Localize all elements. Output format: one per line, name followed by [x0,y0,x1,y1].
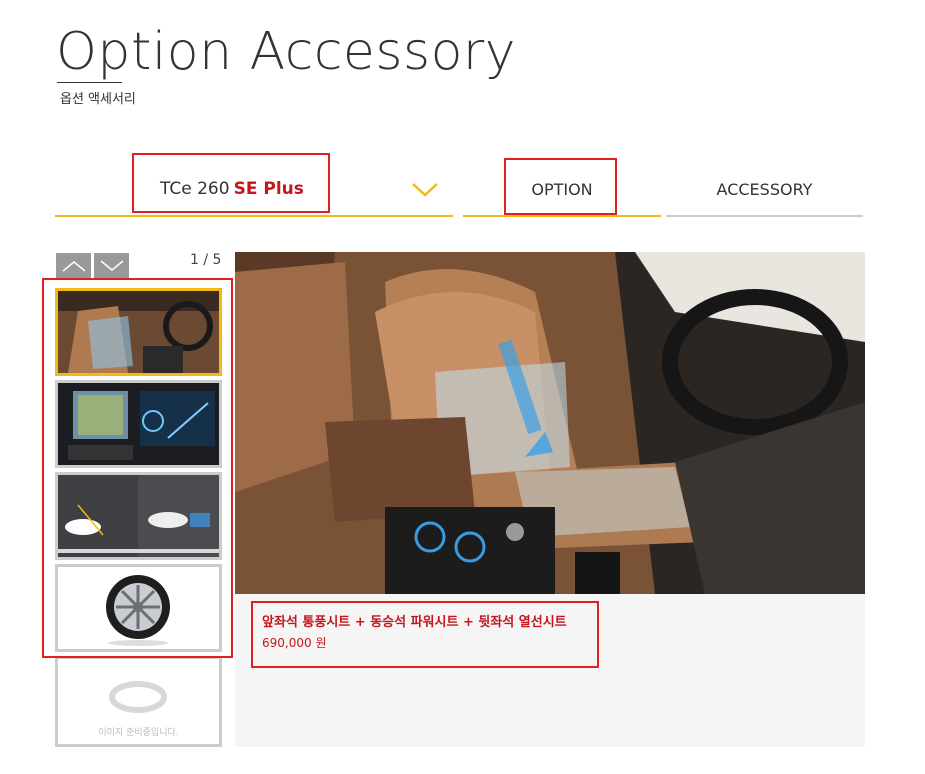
highlight-box-thumbnails [42,278,233,658]
tab-accessory[interactable]: ACCESSORY [666,160,863,217]
placeholder-text: 이미지 준비중입니다. [98,728,179,738]
prev-button[interactable] [56,253,91,278]
tab-accessory-label: ACCESSORY [716,180,813,199]
title-underline [57,82,122,83]
main-image [235,252,865,594]
next-button[interactable] [94,253,129,278]
thumbnail-placeholder[interactable]: 이미지 준비중입니다. [55,656,222,747]
page-title: Option Accessory [56,22,517,82]
slide-counter: 1 / 5 [190,252,222,268]
highlight-box-caption [251,601,599,668]
page-subtitle: 옵션 액세서리 [60,92,136,107]
chevron-down-icon[interactable] [410,180,440,200]
chevron-down-icon [100,259,123,271]
chevron-up-icon [62,260,85,272]
ventilated-seat-image [235,252,865,594]
highlight-box-model [132,153,330,213]
highlight-box-option [504,158,617,215]
